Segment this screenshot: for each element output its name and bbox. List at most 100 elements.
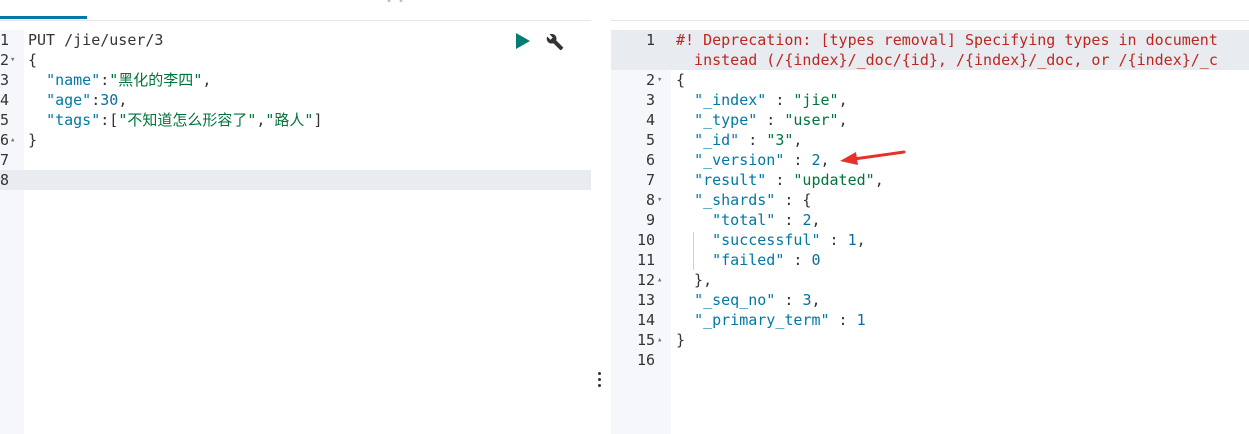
code-line[interactable]: 7 xyxy=(0,150,591,170)
fold-up-icon[interactable]: ▴ xyxy=(657,270,662,290)
code-token: "name" xyxy=(46,71,101,89)
code-text: }, xyxy=(676,270,712,290)
code-token: , xyxy=(838,111,848,129)
code-text: "successful" : 1, xyxy=(676,230,866,250)
fold-up-icon[interactable]: ▴ xyxy=(10,130,15,150)
code-token: "黑化的李四" xyxy=(109,71,203,89)
play-icon[interactable] xyxy=(516,33,530,49)
code-line[interactable]: 13 "_seq_no" : 3, xyxy=(611,290,1249,310)
code-token: , xyxy=(793,131,803,149)
code-line[interactable]: 7 "result" : "updated", xyxy=(611,170,1249,190)
code-line[interactable]: 6 ▴} xyxy=(0,130,591,150)
code-line[interactable]: 2 ▾ { xyxy=(611,70,1249,90)
response-viewer[interactable]: 1 #! Deprecation: [types removal] Specify… xyxy=(611,30,1249,434)
code-line[interactable]: 4 "age":30, xyxy=(0,90,591,110)
code-token: 0 xyxy=(811,251,821,269)
code-token: , xyxy=(811,211,821,229)
code-token: } xyxy=(676,331,686,349)
line-number: 4 xyxy=(0,91,10,109)
code-text: "name":"黑化的李四", xyxy=(28,70,211,90)
code-token: "failed" xyxy=(712,251,785,269)
code-line[interactable]: 9 "total" : 2, xyxy=(611,210,1249,230)
code-token: : xyxy=(829,311,857,329)
fold-down-icon[interactable]: ▾ xyxy=(657,70,662,90)
code-line[interactable]: 3 "_index" : "jie", xyxy=(611,90,1249,110)
code-token: "_type" xyxy=(694,111,758,129)
code-line[interactable]: 1 #! Deprecation: [types removal] Specify… xyxy=(611,30,1249,50)
code-line[interactable]: 8 xyxy=(0,170,591,190)
line-number: 9 xyxy=(645,211,655,229)
line-number: 6 xyxy=(0,131,10,149)
request-editor[interactable]: 1 PUT /jie/user/3 2 ▾{3 "name":"黑化的李四", 4 "a… xyxy=(0,30,591,434)
code-line[interactable]: 3 "name":"黑化的李四", xyxy=(0,70,591,90)
code-token: : xyxy=(775,211,803,229)
code-token: : xyxy=(775,291,803,309)
line-number: 5 xyxy=(0,111,10,129)
line-number: 15 xyxy=(636,331,655,349)
code-text: "_version" : 2, xyxy=(676,150,830,170)
code-token: 1 xyxy=(847,231,857,249)
line-number: 12 xyxy=(636,271,655,289)
code-token: "路人" xyxy=(265,111,314,129)
code-line[interactable]: 8 ▾ "_shards" : { xyxy=(611,190,1249,210)
line-number: 7 xyxy=(0,151,10,169)
code-token: : { xyxy=(775,191,812,209)
code-line[interactable]: 4 "_type" : "user", xyxy=(611,110,1249,130)
code-line[interactable]: 12 ▴ }, xyxy=(611,270,1249,290)
code-line[interactable]: 5 "tags":["不知道怎么形容了","路人"] xyxy=(0,110,591,130)
code-token: 2 xyxy=(811,151,821,169)
code-token: : xyxy=(91,91,101,109)
code-text: "total" : 2, xyxy=(676,210,821,230)
code-line[interactable]: instead (/{index}/_doc/{id}, /{index}/_d… xyxy=(611,50,1249,70)
fold-down-icon[interactable]: ▾ xyxy=(10,50,15,70)
code-token: :[ xyxy=(100,111,119,129)
code-token: "total" xyxy=(712,211,776,229)
wrench-icon[interactable] xyxy=(546,33,564,51)
code-line[interactable]: 2 ▾ { xyxy=(0,50,591,70)
red-arrow-icon xyxy=(840,150,906,165)
code-token: : xyxy=(784,251,812,269)
code-token: { xyxy=(676,71,686,89)
code-token: : xyxy=(820,231,848,249)
line-number: 3 xyxy=(0,71,10,89)
code-token: : xyxy=(757,111,785,129)
code-token: , xyxy=(820,151,830,169)
more-icon[interactable]: • • xyxy=(386,0,410,6)
fold-up-icon[interactable]: ▴ xyxy=(657,330,662,350)
active-tab-indicator[interactable] xyxy=(0,16,87,19)
code-token: "_index" xyxy=(694,91,767,109)
code-token: "不知道怎么形容了" xyxy=(118,111,257,129)
code-text: "_id" : "3", xyxy=(676,130,802,150)
line-number: 7 xyxy=(645,171,655,189)
code-text: "_seq_no" : 3, xyxy=(676,290,820,310)
line-number: 5 xyxy=(645,131,655,149)
code-text: "_primary_term" : 1 xyxy=(676,310,866,330)
code-token: { xyxy=(28,51,38,69)
code-line[interactable]: 15 ▴} xyxy=(611,330,1249,350)
code-text: "_type" : "user", xyxy=(676,110,848,130)
code-line[interactable]: 1 PUT /jie/user/3 xyxy=(0,30,591,50)
code-line[interactable]: 6 "_version" : 2, xyxy=(611,150,1249,170)
code-line[interactable]: 16 xyxy=(611,350,1249,370)
code-token: }, xyxy=(676,271,713,289)
code-line[interactable]: 5 "_id" : "3", xyxy=(611,130,1249,150)
line-number: 11 xyxy=(636,251,655,269)
code-token: , xyxy=(874,171,884,189)
line-number: 3 xyxy=(645,91,655,109)
code-line[interactable]: 11 "failed" : 0 xyxy=(611,250,1249,270)
grip-icon[interactable] xyxy=(598,372,602,390)
line-number: 8 xyxy=(645,191,655,209)
code-line[interactable]: 14 "_primary_term" : 1 xyxy=(611,310,1249,330)
code-line[interactable]: 10 "successful" : 1, xyxy=(611,230,1249,250)
code-token: } xyxy=(28,131,38,149)
code-text: PUT /jie/user/3 xyxy=(28,30,163,50)
fold-down-icon[interactable]: ▾ xyxy=(657,190,662,210)
line-number: 4 xyxy=(645,111,655,129)
